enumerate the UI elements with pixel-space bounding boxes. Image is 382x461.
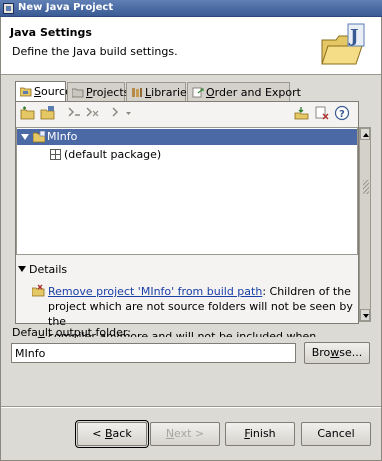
package-icon	[50, 149, 61, 160]
svg-text:?: ?	[339, 109, 345, 120]
help-button[interactable]: ?	[334, 105, 350, 121]
include-filter-icon	[68, 107, 80, 117]
details-text-2: project which are not source folders wil…	[48, 300, 353, 328]
scroll-up-arrow-icon[interactable]	[360, 128, 370, 140]
tree-item-package[interactable]: (default package)	[17, 147, 357, 163]
sort-icon	[294, 107, 309, 120]
page-description: Define the Java build settings.	[12, 45, 178, 58]
order-export-icon	[192, 87, 204, 98]
finish-button[interactable]: Finish	[225, 422, 295, 446]
tree-item-package-label: (default package)	[64, 148, 162, 161]
tab-source[interactable]: Source	[15, 81, 72, 102]
add-folder-button[interactable]	[20, 105, 36, 121]
link-source-button[interactable]	[40, 105, 56, 121]
resize-grip-icon[interactable]	[363, 180, 369, 194]
help-icon: ?	[334, 105, 350, 121]
java-project-icon	[33, 131, 45, 143]
remove-from-build-path-icon	[32, 284, 45, 297]
configure-dropdown-button[interactable]	[110, 105, 132, 121]
remove-button[interactable]	[314, 105, 330, 121]
panel-scrollbar[interactable]	[359, 127, 371, 322]
source-toolbar: ?	[16, 105, 358, 123]
configure-icon	[112, 107, 131, 117]
next-button[interactable]: Next >	[150, 422, 220, 446]
cancel-button[interactable]: Cancel	[301, 422, 371, 446]
link-source-icon	[40, 106, 55, 120]
libraries-icon	[132, 88, 142, 97]
add-folder-icon	[20, 106, 35, 120]
wizard-header: Java Settings Define the Java build sett…	[0, 17, 382, 75]
tab-libraries[interactable]: Libraries	[126, 82, 193, 102]
output-folder-value: MInfo	[15, 347, 46, 360]
details-label: Details	[29, 263, 68, 276]
remove-icon	[315, 106, 329, 120]
source-folder-icon	[20, 87, 32, 97]
output-folder-input[interactable]: MInfo	[11, 343, 296, 363]
svg-text:J: J	[348, 26, 359, 47]
scroll-down-arrow-icon[interactable]	[360, 309, 370, 321]
browse-button[interactable]: Browse...	[304, 342, 370, 364]
include-button[interactable]	[66, 105, 82, 121]
collapse-toggle-icon[interactable]	[21, 134, 29, 140]
projects-icon	[72, 88, 84, 98]
tab-order-and-export[interactable]: Order and Export	[187, 82, 301, 102]
tree-item-project[interactable]: MInfo	[17, 129, 357, 145]
source-folder-tree[interactable]: MInfo (default package)	[16, 127, 358, 255]
remove-from-build-path-link[interactable]: Remove project 'MInfo' from build path	[48, 285, 262, 298]
details-expand-toggle-icon[interactable]	[18, 266, 26, 272]
sort-button[interactable]	[294, 105, 310, 121]
details-section: Details Remove project 'MInfo' from buil…	[16, 263, 358, 337]
java-project-wizard-icon: J	[321, 23, 365, 65]
back-button[interactable]: < Back	[75, 420, 149, 448]
tab-projects[interactable]: Projects	[67, 82, 129, 102]
exclude-filter-icon	[86, 107, 99, 117]
tree-item-project-label: MInfo	[47, 130, 78, 143]
button-bar-separator	[0, 406, 382, 408]
details-text-1: : Children of the	[262, 285, 351, 298]
exclude-button[interactable]	[84, 105, 100, 121]
window-titlebar: New Java Project	[0, 0, 382, 17]
window-icon	[3, 3, 14, 14]
output-folder-label: Default output folder:	[12, 326, 131, 339]
page-title: Java Settings	[10, 26, 92, 39]
window-title: New Java Project	[18, 2, 114, 13]
